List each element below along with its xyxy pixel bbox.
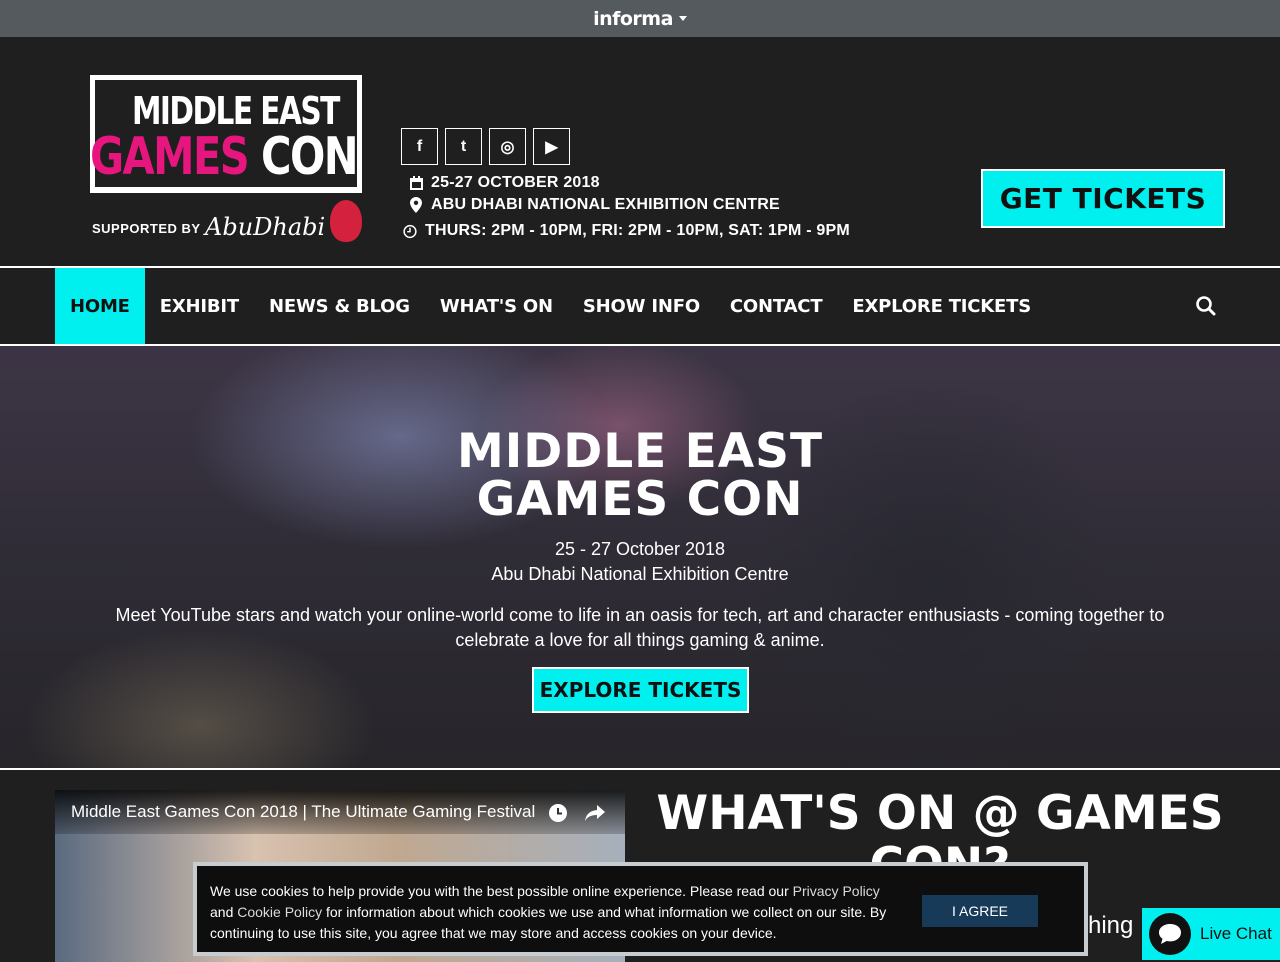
share-icon[interactable] <box>584 803 606 823</box>
cookie-text-part1: We use cookies to help provide you with … <box>210 883 793 899</box>
nav-item-news-blog[interactable]: NEWS & BLOG <box>254 268 425 344</box>
event-hours-text: THURS: 2PM - 10PM, FRI: 2PM - 10PM, SAT:… <box>425 222 850 239</box>
live-chat-button[interactable]: Live Chat <box>1142 908 1280 960</box>
video-title[interactable]: Middle East Games Con 2018 | The Ultimat… <box>71 802 546 822</box>
map-pin-icon <box>409 197 423 213</box>
social-links: f t ◎ ▶ <box>401 128 570 165</box>
abu-dhabi-logo: AbuDhabi <box>205 213 326 241</box>
nav-item-contact[interactable]: CONTACT <box>715 268 837 344</box>
twitter-icon[interactable]: t <box>445 128 482 165</box>
calendar-icon <box>409 176 423 190</box>
nav-items: HOME EXHIBIT NEWS & BLOG WHAT'S ON SHOW … <box>55 268 1046 344</box>
hero-title: MIDDLE EAST GAMES CON <box>0 428 1280 524</box>
chevron-down-icon[interactable] <box>678 16 687 21</box>
youtube-icon[interactable]: ▶ <box>533 128 570 165</box>
whats-on-heading-line1: WHAT'S ON @ GAMES <box>656 786 1224 841</box>
hero-date: 25 - 27 October 2018 <box>554 539 726 559</box>
nav-item-exhibit[interactable]: EXHIBIT <box>145 268 254 344</box>
hero-title-line1: MIDDLE EAST <box>456 424 824 479</box>
hero-title-line2: GAMES CON <box>476 472 804 527</box>
event-date-text: 25-27 OCTOBER 2018 <box>431 174 600 191</box>
watch-later-icon[interactable] <box>548 803 568 823</box>
hero-description: Meet YouTube stars and watch your online… <box>115 605 1165 650</box>
site-header: MIDDLE EAST GAMES CON SUPPORTED BY AbuDh… <box>0 37 1280 267</box>
informa-bar: informa <box>0 0 1280 37</box>
main-nav: HOME EXHIBIT NEWS & BLOG WHAT'S ON SHOW … <box>0 266 1280 346</box>
cookie-policy-link[interactable]: Cookie Policy <box>237 904 322 920</box>
event-venue-text: ABU DHABI NATIONAL EXHIBITION CENTRE <box>431 196 780 213</box>
nav-item-home[interactable]: HOME <box>55 268 145 344</box>
explore-tickets-button[interactable]: EXPLORE TICKETS <box>532 667 749 713</box>
hero-banner: MIDDLE EAST GAMES CON 25 - 27 October 20… <box>0 346 1280 768</box>
hero-venue: Abu Dhabi National Exhibition Centre <box>491 564 789 584</box>
live-chat-label: Live Chat <box>1200 924 1272 943</box>
logo-supported-by: SUPPORTED BY <box>92 221 201 236</box>
event-venue: ABU DHABI NATIONAL EXHIBITION CENTRE <box>409 196 780 214</box>
logo-line2[interactable]: GAMES CON <box>90 127 359 187</box>
search-icon[interactable] <box>1194 294 1218 318</box>
instagram-icon[interactable]: ◎ <box>489 128 526 165</box>
whats-on-partial-text: hing <box>1088 912 1134 939</box>
cookie-text-part2: and <box>210 904 238 920</box>
nav-item-whats-on[interactable]: WHAT'S ON <box>425 268 568 344</box>
cookie-text: We use cookies to help provide you with … <box>210 881 890 944</box>
cookie-agree-button[interactable]: I AGREE <box>922 895 1038 927</box>
chat-bubble-icon <box>1149 913 1191 955</box>
clock-icon <box>403 224 417 239</box>
get-tickets-button[interactable]: GET TICKETS <box>981 169 1225 228</box>
logo-con: CON <box>261 127 359 187</box>
logo-games: GAMES <box>90 127 250 187</box>
event-hours: THURS: 2PM - 10PM, FRI: 2PM - 10PM, SAT:… <box>403 222 850 240</box>
event-date: 25-27 OCTOBER 2018 <box>409 174 600 192</box>
facebook-icon[interactable]: f <box>401 128 438 165</box>
privacy-policy-link[interactable]: Privacy Policy <box>793 883 880 899</box>
informa-logo[interactable]: informa <box>593 8 673 30</box>
nav-item-explore-tickets[interactable]: EXPLORE TICKETS <box>837 268 1046 344</box>
logo-underbar <box>90 187 362 193</box>
nav-item-show-info[interactable]: SHOW INFO <box>568 268 715 344</box>
abu-dhabi-emblem-icon <box>330 200 362 242</box>
cookie-banner: We use cookies to help provide you with … <box>193 862 1088 956</box>
